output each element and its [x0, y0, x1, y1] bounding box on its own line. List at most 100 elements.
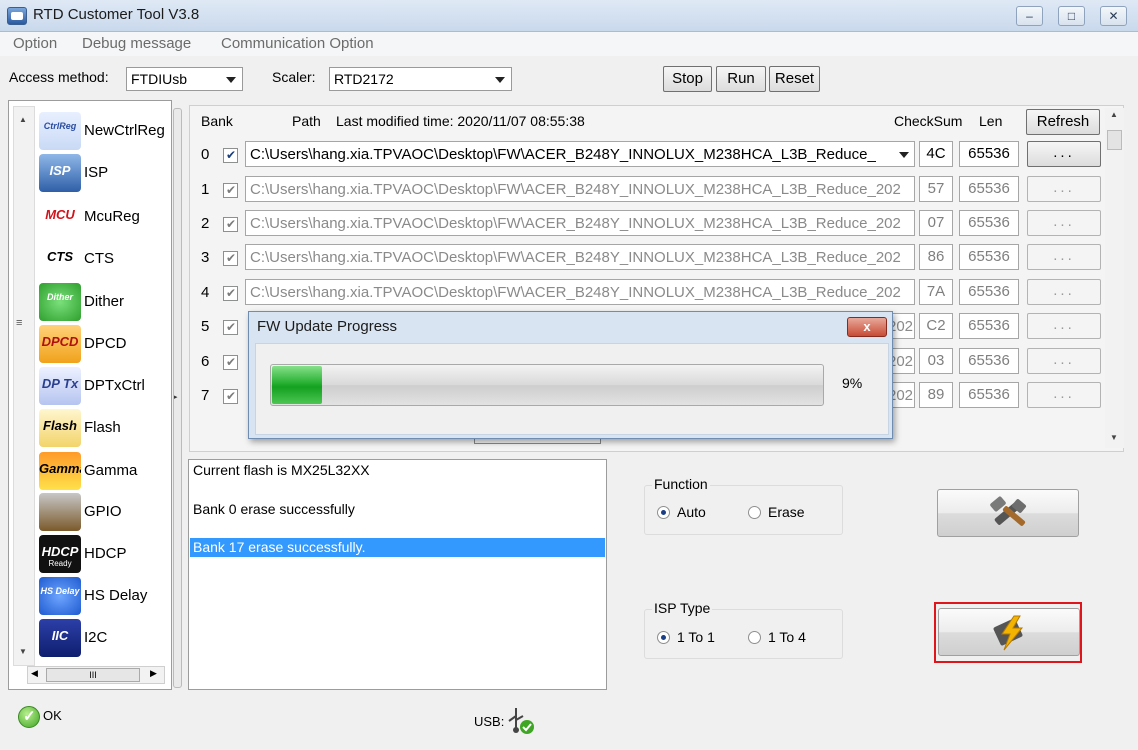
- gamma-icon-text: Gamma: [39, 461, 81, 476]
- minimize-button[interactable]: –: [1016, 6, 1043, 26]
- bank-enable-checkbox[interactable]: ✔: [223, 389, 238, 404]
- checkmark-icon: ✔: [226, 183, 237, 197]
- flash-icon: Flash: [39, 409, 81, 447]
- function-auto-label[interactable]: Auto: [677, 504, 706, 520]
- checkmark-icon: ✔: [226, 148, 237, 162]
- log-box[interactable]: [188, 459, 607, 690]
- hscroll-thumb[interactable]: III: [46, 668, 140, 682]
- sidebar-item-dpcd[interactable]: DPCD DPCD: [39, 323, 171, 363]
- sidebar-item-dither[interactable]: Dither Dither: [39, 281, 171, 321]
- checkmark-icon: ✔: [226, 320, 237, 334]
- bank-browse-button[interactable]: ...: [1027, 313, 1101, 339]
- isp-type-1to4-radio[interactable]: [748, 631, 761, 644]
- maximize-button[interactable]: □: [1058, 6, 1085, 26]
- menu-debug-message[interactable]: Debug message: [82, 35, 191, 52]
- sidebar-item-gpio[interactable]: GPIO: [39, 491, 171, 531]
- scroll-grip-icon[interactable]: ≡: [16, 317, 22, 329]
- dptx-icon-text: DP Tx: [41, 376, 79, 391]
- bank-enable-checkbox[interactable]: ✔: [223, 286, 238, 301]
- i2c-icon: IIC: [39, 619, 81, 657]
- splitter-arrow-icon[interactable]: ▸: [174, 393, 178, 401]
- scroll-up-icon[interactable]: ▲: [1110, 110, 1118, 119]
- bank-enable-checkbox[interactable]: ✔: [223, 355, 238, 370]
- function-auto-radio[interactable]: [657, 506, 670, 519]
- bank-path-field[interactable]: C:\Users\hang.xia.TPVAOC\Desktop\FW\ACER…: [245, 244, 915, 270]
- scroll-down-icon[interactable]: ▼: [1110, 433, 1118, 442]
- stop-button[interactable]: Stop: [663, 66, 712, 92]
- bank-number: 4: [201, 284, 210, 301]
- chevron-down-icon[interactable]: [899, 152, 909, 158]
- bank-path-text: C:\Users\hang.xia.TPVAOC\Desktop\FW\ACER…: [250, 146, 876, 163]
- bank-path-field[interactable]: C:\Users\hang.xia.TPVAOC\Desktop\FW\ACER…: [245, 210, 915, 236]
- scaler-select[interactable]: RTD2172: [329, 67, 512, 91]
- bank-path-field[interactable]: C:\Users\hang.xia.TPVAOC\Desktop\FW\ACER…: [245, 176, 915, 202]
- sidebar-item-flash[interactable]: Flash Flash: [39, 407, 171, 447]
- sidebar-item-dptxctrl[interactable]: DP Tx DPTxCtrl: [39, 365, 171, 405]
- bank-enable-checkbox[interactable]: ✔: [223, 217, 238, 232]
- scroll-right-icon[interactable]: ▶: [150, 668, 157, 679]
- bank-number: 2: [201, 215, 210, 232]
- menu-option[interactable]: Option: [13, 35, 57, 52]
- gamma-icon: Gamma: [39, 452, 81, 490]
- bank-enable-checkbox[interactable]: ✔: [223, 148, 238, 163]
- isp-type-1to1-radio[interactable]: [657, 631, 670, 644]
- panel-splitter[interactable]: ▸: [173, 108, 182, 688]
- bank-path-field[interactable]: C:\Users\hang.xia.TPVAOC\Desktop\FW\ACER…: [245, 279, 915, 305]
- reset-button[interactable]: Reset: [769, 66, 820, 92]
- bank-row: 3 ✔ C:\Users\hang.xia.TPVAOC\Desktop\FW\AC…: [195, 244, 1105, 274]
- scroll-up-icon[interactable]: ▲: [19, 115, 27, 124]
- sidebar-item-isp[interactable]: ISP ISP: [39, 152, 171, 192]
- isp-type-group: [644, 609, 843, 659]
- bank-enable-checkbox[interactable]: ✔: [223, 320, 238, 335]
- menu-communication-option[interactable]: Communication Option: [221, 35, 374, 52]
- bank-path-field[interactable]: C:\Users\hang.xia.TPVAOC\Desktop\FW\ACER…: [245, 141, 915, 167]
- bank-number: 7: [201, 387, 210, 404]
- bank-browse-button[interactable]: ...: [1027, 348, 1101, 374]
- scaler-value: RTD2172: [334, 71, 394, 87]
- bank-len: 65536: [959, 313, 1019, 339]
- sidebar-item-newctrlreg[interactable]: CtrlReg NewCtrlReg: [39, 110, 171, 150]
- bank-enable-checkbox[interactable]: ✔: [223, 251, 238, 266]
- progress-percent: 9%: [842, 375, 863, 391]
- sidebar-item-hs-delay[interactable]: HS Delay HS Delay: [39, 575, 171, 615]
- bank-browse-button[interactable]: ...: [1027, 176, 1101, 202]
- isp-type-1to1-label[interactable]: 1 To 1: [677, 629, 715, 645]
- run-button[interactable]: Run: [716, 66, 766, 92]
- sidebar-item-gamma[interactable]: GammaGamma: [39, 450, 171, 490]
- function-group: [644, 485, 843, 535]
- ctrlreg-icon: CtrlReg: [39, 112, 81, 150]
- isp-type-1to4-label[interactable]: 1 To 4: [768, 629, 806, 645]
- bank-len: 65536: [959, 382, 1019, 408]
- sidebar-scrollbar[interactable]: ▲ ≡ ▼: [13, 106, 35, 666]
- sidebar-item-label: McuReg: [84, 208, 140, 225]
- function-erase-label[interactable]: Erase: [768, 504, 805, 520]
- dialog-close-button[interactable]: x: [847, 317, 887, 337]
- scroll-left-icon[interactable]: ◀: [31, 668, 38, 679]
- sidebar-hscrollbar[interactable]: ◀ III ▶: [27, 666, 165, 684]
- dpcd-icon-text: DPCD: [41, 334, 79, 349]
- tools-icon: [990, 496, 1026, 526]
- program-flash-button[interactable]: [938, 608, 1080, 656]
- header-path: Path: [292, 113, 321, 129]
- scroll-down-icon[interactable]: ▼: [19, 647, 27, 656]
- sidebar-item-cts[interactable]: CTS CTS: [39, 238, 171, 278]
- sidebar-item-i2c[interactable]: IIC I2C: [39, 617, 171, 657]
- bank-browse-button[interactable]: ...: [1027, 141, 1101, 167]
- bank-browse-button[interactable]: ...: [1027, 382, 1101, 408]
- ctrlreg-icon-text: CtrlReg: [43, 121, 77, 131]
- close-window-button[interactable]: ✕: [1100, 6, 1127, 26]
- app-icon: [7, 7, 27, 25]
- function-erase-radio[interactable]: [748, 506, 761, 519]
- tools-button[interactable]: [937, 489, 1079, 537]
- bank-browse-button[interactable]: ...: [1027, 210, 1101, 236]
- bank-browse-button[interactable]: ...: [1027, 279, 1101, 305]
- bank-scroll-thumb[interactable]: [1107, 130, 1122, 150]
- access-method-select[interactable]: FTDIUsb: [126, 67, 243, 91]
- sidebar-item-label: NewCtrlReg: [84, 122, 165, 139]
- bank-browse-button[interactable]: ...: [1027, 244, 1101, 270]
- bank-enable-checkbox[interactable]: ✔: [223, 183, 238, 198]
- refresh-button[interactable]: Refresh: [1026, 109, 1100, 135]
- sidebar-item-hdcp[interactable]: HDCP Ready HDCP: [39, 533, 171, 573]
- bank-scrollbar[interactable]: ▲ ▼: [1105, 108, 1124, 448]
- sidebar-item-mcureg[interactable]: MCU McuReg: [39, 196, 171, 236]
